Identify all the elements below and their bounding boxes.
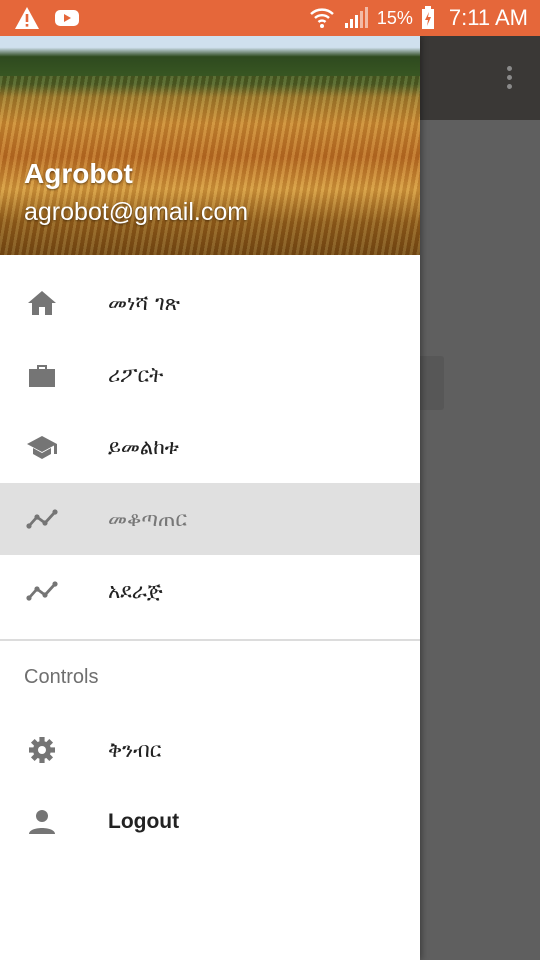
menu-item-view[interactable]: ይመልከቱ	[0, 411, 420, 483]
youtube-icon	[55, 10, 79, 26]
gear-icon	[29, 737, 55, 763]
home-icon	[28, 291, 56, 315]
user-name: Agrobot	[24, 158, 133, 189]
clock: 7:11 AM	[448, 5, 528, 30]
menu-item-label: Logout	[108, 810, 180, 833]
drawer-header: Agrobot agrobot@gmail.com	[0, 36, 420, 255]
controls-menu: ቅንብር Logout	[0, 714, 420, 858]
menu-item-label: መነሻ ገጽ	[108, 290, 181, 315]
person-icon	[29, 810, 55, 834]
menu-item-label: ሪፖርት	[108, 362, 164, 387]
divider	[0, 639, 420, 641]
menu-item-organize[interactable]: አደራጅ	[0, 555, 420, 627]
menu-item-logout[interactable]: Logout	[0, 786, 420, 858]
menu-item-home[interactable]: መነሻ ገጽ	[0, 267, 420, 339]
menu-item-label: ቅንብር	[108, 737, 162, 762]
trending-icon	[26, 509, 58, 529]
signal-icon	[344, 7, 368, 28]
user-email: agrobot@gmail.com	[24, 198, 249, 226]
menu-item-report[interactable]: ሪፖርት	[0, 339, 420, 411]
battery-icon	[421, 6, 434, 29]
trending-icon	[26, 581, 58, 601]
wifi-icon	[310, 8, 334, 28]
drawer-menu: መነሻ ገጽ ሪፖርት ይመልከቱ መቆጣጠር አደራጅ	[0, 267, 420, 627]
overflow-menu-icon[interactable]	[504, 66, 514, 92]
menu-item-label: መቆጣጠር	[108, 506, 188, 531]
menu-item-control[interactable]: መቆጣጠር	[0, 483, 420, 555]
navigation-drawer: Agrobot agrobot@gmail.com መነሻ ገጽ ሪፖርት ይመ…	[0, 36, 420, 960]
school-icon	[27, 436, 57, 459]
section-title-controls: Controls	[24, 666, 99, 688]
menu-item-label: አደራጅ	[108, 578, 163, 603]
briefcase-icon	[29, 365, 55, 387]
menu-item-label: ይመልከቱ	[108, 434, 179, 459]
menu-item-settings[interactable]: ቅንብር	[0, 714, 420, 786]
status-bar: 15% 7:11 AM	[0, 0, 540, 36]
warning-icon	[15, 7, 39, 29]
battery-percent: 15%	[376, 7, 413, 28]
